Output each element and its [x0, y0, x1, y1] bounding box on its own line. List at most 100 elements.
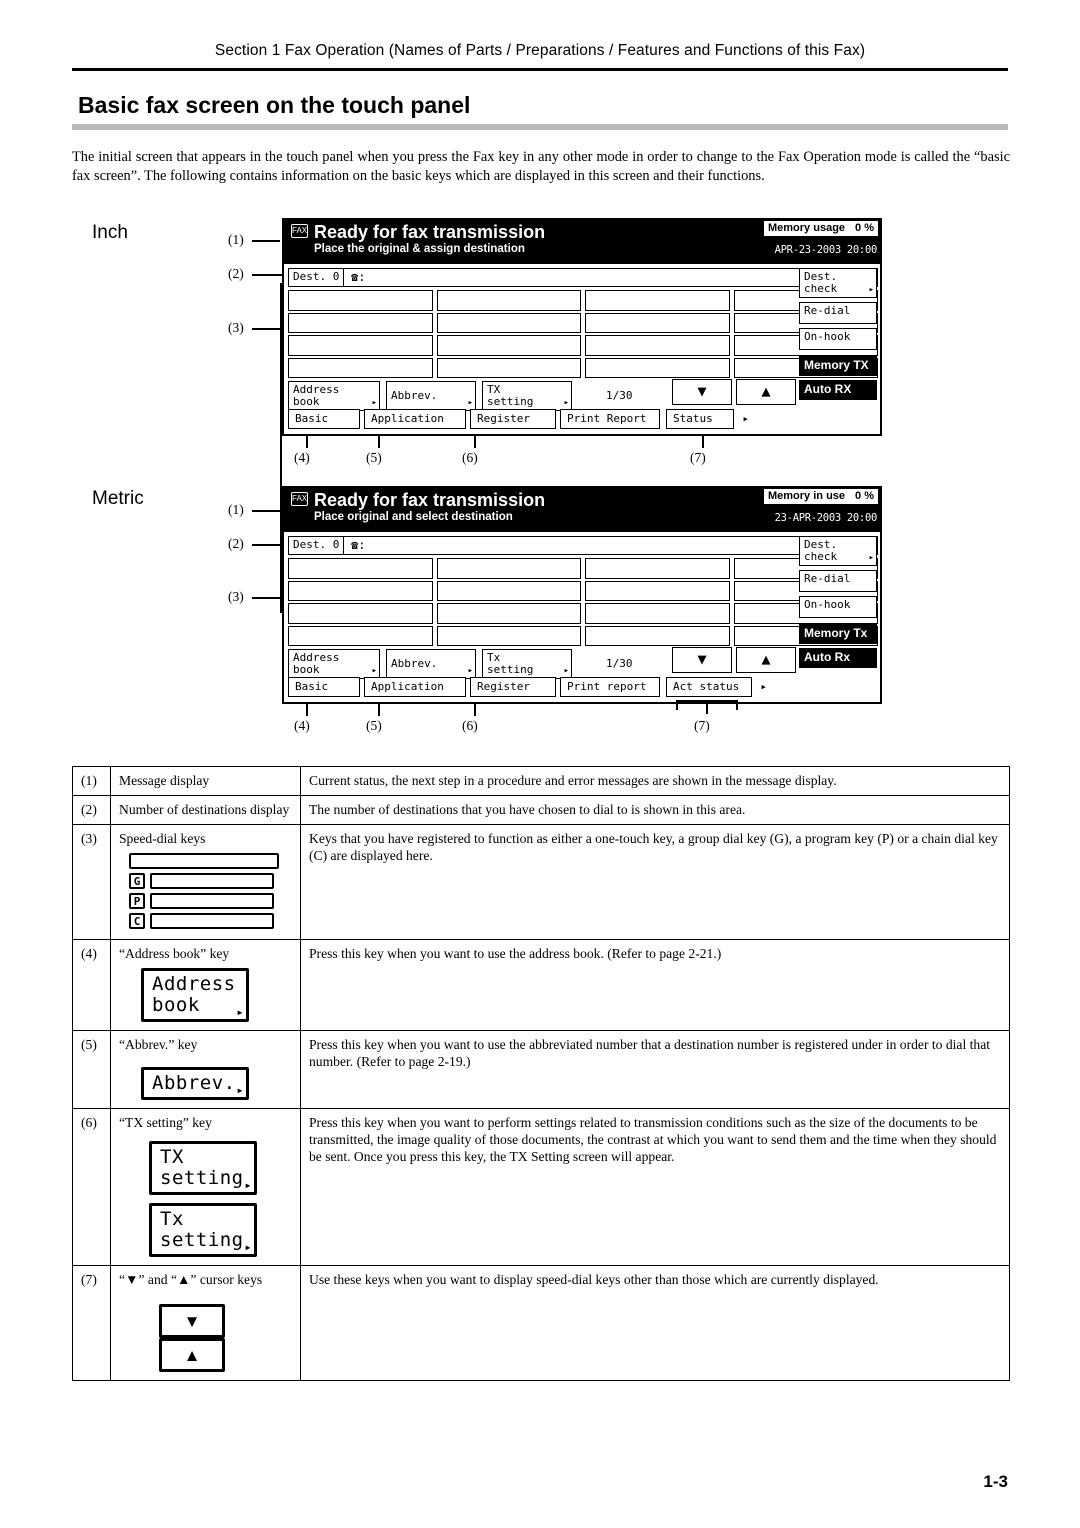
speed-dial-key[interactable]: [288, 580, 433, 601]
cursor-keys-art: ▼ ▲: [159, 1304, 292, 1372]
triangle-down-icon: ▼: [697, 650, 707, 668]
cursor-down-key[interactable]: ▼: [672, 379, 732, 405]
tx-setting-key[interactable]: Tx setting ▸: [482, 649, 572, 679]
cursor-down-key[interactable]: ▼: [672, 647, 732, 673]
tx-setting-key[interactable]: TX setting ▸: [482, 381, 572, 411]
tab-basic[interactable]: Basic: [288, 409, 360, 429]
auto-rx-indicator[interactable]: Auto RX: [799, 380, 877, 400]
speed-dial-key[interactable]: [288, 357, 433, 378]
row-name: “Abbrev.” key: [119, 1037, 198, 1052]
speed-dial-key[interactable]: [585, 312, 730, 333]
abbrev-key[interactable]: Abbrev. ▸: [386, 381, 476, 411]
metric-fax-touch-panel[interactable]: FAX Ready for fax transmission Place ori…: [282, 486, 882, 704]
tab-print-report[interactable]: Print Report: [560, 409, 660, 429]
tab-register[interactable]: Register: [470, 677, 556, 697]
row-description: Press this key when you want to use the …: [300, 939, 1010, 1031]
leader-line: [474, 436, 476, 448]
speed-dial-key-grid[interactable]: [288, 290, 878, 378]
chevron-right-icon: ▸: [563, 666, 569, 676]
key-line2: setting: [160, 1229, 244, 1251]
speed-dial-key[interactable]: [288, 335, 433, 356]
tab-print-report[interactable]: Print report: [560, 677, 660, 697]
speed-dial-key[interactable]: [436, 335, 581, 356]
speed-dial-key[interactable]: [585, 335, 730, 356]
callout-inch-3: (3): [228, 320, 244, 335]
cursor-up-key[interactable]: ▲: [736, 379, 796, 405]
chevron-right-icon: ▸: [236, 1083, 244, 1097]
header-rule: [72, 68, 1008, 71]
tab-application[interactable]: Application: [364, 677, 466, 697]
cursor-down-key-graphic: ▼: [159, 1304, 225, 1338]
title-underbar: [72, 124, 1008, 130]
on-hook-key[interactable]: On-hook: [799, 596, 877, 618]
group-dial-key-art: G: [129, 873, 292, 889]
tx-setting-key-art-metric: Tx setting ▸: [149, 1203, 292, 1257]
leader-line: [252, 597, 282, 599]
cursor-up-key[interactable]: ▲: [736, 647, 796, 673]
triangle-up-icon: ▲: [761, 382, 771, 400]
dest-check-key[interactable]: Dest. check ▸: [799, 536, 877, 566]
memory-in-use-indicator: Memory in use 0 %: [764, 489, 878, 504]
speed-dial-key[interactable]: [585, 290, 730, 311]
chevron-right-icon: ▸: [244, 1178, 252, 1192]
speed-dial-key[interactable]: [436, 580, 581, 601]
row-name-cell: “▼” and “▲” cursor keys ▼ ▲: [110, 1265, 301, 1381]
speed-dial-key[interactable]: [436, 357, 581, 378]
speed-dial-key[interactable]: [585, 580, 730, 601]
speed-dial-key[interactable]: [436, 312, 581, 333]
tab-register[interactable]: Register: [470, 409, 556, 429]
memory-tx-indicator[interactable]: Memory Tx: [799, 624, 877, 644]
speed-dial-key[interactable]: [288, 290, 433, 311]
speed-dial-key[interactable]: [288, 603, 433, 624]
memory-tx-indicator[interactable]: Memory TX: [799, 356, 877, 376]
row-number: (1): [72, 766, 111, 796]
triangle-down-icon: ▼: [183, 1312, 201, 1331]
program-key-art: P: [129, 893, 292, 909]
inch-figure-label: Inch: [92, 222, 128, 243]
speed-dial-key[interactable]: [288, 558, 433, 579]
address-book-key[interactable]: Address book ▸: [288, 649, 380, 679]
dest-check-key[interactable]: Dest. check ▸: [799, 268, 877, 298]
destination-count-label: Dest. 0: [289, 537, 345, 554]
chevron-right-icon: ▸: [244, 1240, 252, 1254]
speed-dial-key[interactable]: [585, 625, 730, 646]
tab-application-label: Application: [371, 412, 444, 425]
speed-dial-key[interactable]: [436, 558, 581, 579]
re-dial-key[interactable]: Re-dial: [799, 302, 877, 324]
speed-dial-key[interactable]: [436, 603, 581, 624]
tab-basic[interactable]: Basic: [288, 677, 360, 697]
re-dial-key[interactable]: Re-dial: [799, 570, 877, 592]
tab-basic-label: Basic: [295, 680, 329, 693]
tab-register-label: Register: [477, 680, 530, 693]
on-hook-label: On-hook: [804, 598, 851, 611]
speed-dial-key-grid[interactable]: [288, 558, 878, 646]
fax-icon: FAX: [291, 492, 308, 506]
on-hook-key[interactable]: On-hook: [799, 328, 877, 350]
row-description: The number of destinations that you have…: [300, 795, 1010, 825]
tab-act-status[interactable]: Act status ▸: [666, 677, 767, 697]
speed-dial-key[interactable]: [288, 312, 433, 333]
key-body: [150, 913, 274, 929]
key-line1: TX: [160, 1146, 184, 1168]
abbrev-key[interactable]: Abbrev. ▸: [386, 649, 476, 679]
row-name: “TX setting” key: [119, 1115, 212, 1130]
speed-dial-key[interactable]: [436, 625, 581, 646]
speed-dial-key[interactable]: [585, 558, 730, 579]
destination-count-display: Dest. 0 ☎:: [288, 268, 878, 287]
tab-status[interactable]: Status ▸: [666, 409, 749, 429]
chevron-right-icon: ▸: [868, 553, 874, 563]
address-book-key[interactable]: Address book ▸: [288, 381, 380, 411]
speed-dial-key[interactable]: [436, 290, 581, 311]
speed-dial-key[interactable]: [585, 357, 730, 378]
leader-line: [252, 274, 286, 276]
intro-paragraph: The initial screen that appears in the t…: [72, 149, 1010, 184]
callout-metric-6: (6): [462, 718, 478, 733]
tab-application[interactable]: Application: [364, 409, 466, 429]
speed-dial-key[interactable]: [585, 603, 730, 624]
inch-fax-touch-panel[interactable]: FAX Ready for fax transmission Place the…: [282, 218, 882, 436]
auto-rx-indicator[interactable]: Auto Rx: [799, 648, 877, 668]
tx-setting-key-line2: setting: [487, 395, 534, 408]
speed-dial-key[interactable]: [288, 625, 433, 646]
row-number: (3): [72, 824, 111, 940]
panel-datetime: APR-23-2003 20:00: [774, 244, 878, 256]
